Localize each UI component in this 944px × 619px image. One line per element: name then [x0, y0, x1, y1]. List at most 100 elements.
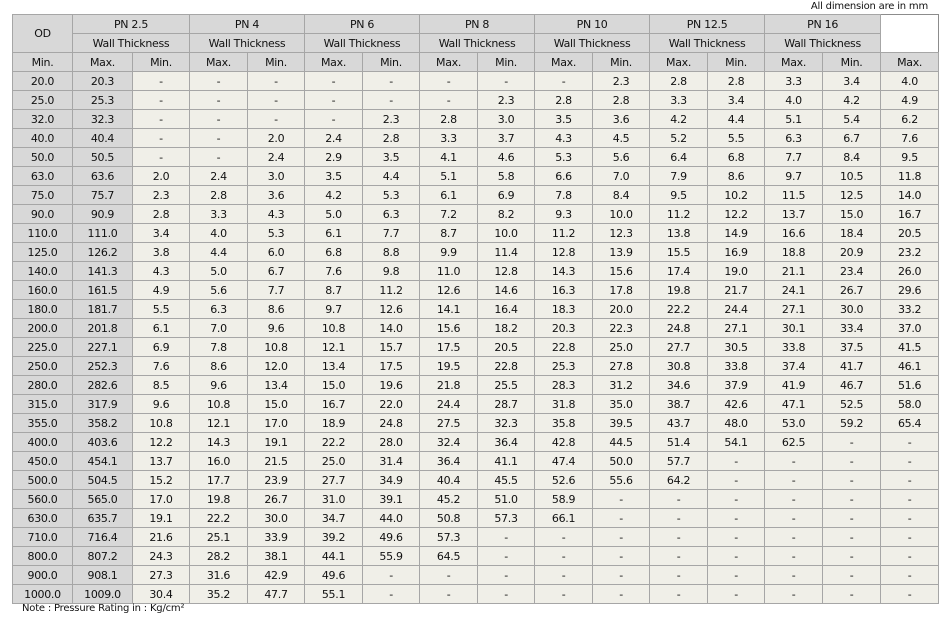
wall-min-cell: - [822, 489, 882, 509]
wall-min-cell: 2.8 [362, 128, 421, 148]
wall-max-cell: 22.2 [649, 299, 709, 319]
wall-max-cell: - [189, 71, 248, 91]
wall-min-cell: - [822, 508, 882, 528]
wall-min-cell: 4.4 [362, 166, 421, 186]
wall-min-cell: 6.1 [132, 318, 190, 338]
table-row: 400.0 403.6 12.2 14.3 19.1 22.2 28.0 32.4 36.4 42… [12, 432, 940, 452]
wall-max-cell: 19.5 [419, 356, 479, 376]
wall-min-cell: 49.6 [362, 527, 421, 547]
wall-min-cell: 6.3 [362, 204, 421, 224]
wall-max-cell: 30.8 [649, 356, 709, 376]
od-min-cell: 500.0 [12, 470, 73, 490]
wall-max-cell: 9.3 [534, 204, 594, 224]
od-min-cell: 630.0 [12, 508, 73, 528]
table-row: 1000.0 1009.0 30.4 35.2 47.7 55.1- - - - - - - - - - [12, 584, 940, 604]
wall-min-cell: - [707, 565, 766, 585]
wall-max-cell: 17.7 [189, 470, 248, 490]
wall-max-cell: 4.0 [880, 71, 940, 91]
wall-min-cell: 33.8 [707, 356, 766, 376]
wall-min-cell: 42.6 [707, 394, 766, 414]
wall-min-cell: 23.4 [822, 261, 882, 281]
wall-max-cell: 18.3 [534, 299, 594, 319]
wall-max-cell: 41.9 [764, 375, 824, 395]
od-max-cell: 1009.0 [72, 584, 133, 604]
od-max-cell: 75.7 [72, 185, 133, 205]
wall-max-cell: 66.1 [534, 508, 594, 528]
wall-max-cell: 5.0 [304, 204, 364, 224]
wall-max-cell: 33.8 [764, 337, 824, 357]
table-row: 125.0 126.2 3.8 4.4 6.0 6.8 8.8 9.9 11.4 12.8 13.9… [12, 242, 940, 262]
wall-min-cell: 31.2 [592, 375, 651, 395]
wall-min-cell: 2.3 [362, 109, 421, 129]
od-max-cell: 25.3 [72, 90, 133, 110]
od-min-cell: 1000.0 [12, 584, 73, 604]
wall-max-cell: 15.5 [649, 242, 709, 262]
table-row: 710.0 716.4 21.6 25.1 33.9 39.2 49.6 57.3- - - - - -… [12, 527, 940, 547]
wall-min-cell: 8.2 [477, 204, 536, 224]
wall-min-cell: - [246, 109, 306, 129]
wall-thickness-header: Wall Thickness [649, 33, 766, 53]
header-row-min-max: Min. Max. Min. Max. Min. Max. Min. Max. Min. Max.… [12, 52, 940, 72]
wall-min-cell: 34.9 [362, 470, 421, 490]
wall-min-cell: - [707, 451, 766, 471]
wall-min-cell: 3.4 [707, 90, 766, 110]
wall-max-cell: 13.8 [649, 223, 709, 243]
wall-max-cell: - [649, 584, 709, 604]
wall-max-cell: 20.5 [880, 223, 940, 243]
od-max-cell: 161.5 [72, 280, 133, 300]
wall-min-cell: 41.7 [822, 356, 882, 376]
wall-max-cell: 6.1 [304, 223, 364, 243]
wall-max-cell: 21.1 [764, 261, 824, 281]
wall-max-cell: 7.8 [189, 337, 248, 357]
wall-max-cell: - [304, 71, 364, 91]
wall-max-cell: 11.2 [649, 204, 709, 224]
od-max-cell: 252.3 [72, 356, 133, 376]
wall-min-cell: 21.7 [707, 280, 766, 300]
wall-max-cell: - [649, 489, 709, 509]
wall-min-cell: 17.0 [246, 413, 306, 433]
wall-thickness-header: Wall Thickness [419, 33, 536, 53]
wall-min-cell: 11.4 [477, 242, 536, 262]
wall-min-cell: 6.7 [246, 261, 306, 281]
wall-max-cell: 4.4 [189, 242, 248, 262]
wall-min-cell: 4.5 [592, 128, 651, 148]
od-min-cell: 250.0 [12, 356, 73, 376]
wall-max-cell: - [419, 90, 479, 110]
od-max-cell: 126.2 [72, 242, 133, 262]
wall-max-cell: 5.6 [189, 280, 248, 300]
wall-min-cell: 13.7 [132, 451, 190, 471]
wall-min-cell: 4.3 [132, 261, 190, 281]
wall-min-cell: 5.5 [132, 299, 190, 319]
pn-group-header: PN 12.5 [649, 14, 766, 34]
wall-min-cell: 55.9 [362, 546, 421, 566]
wall-min-cell: 30.5 [707, 337, 766, 357]
wall-min-cell: - [592, 508, 651, 528]
od-min-cell: 315.0 [12, 394, 73, 414]
wall-min-cell: 6.9 [132, 337, 190, 357]
wall-min-cell: 15.7 [362, 337, 421, 357]
od-max-cell: 317.9 [72, 394, 133, 414]
wall-min-cell: 26.7 [822, 280, 882, 300]
wall-min-cell: 28.0 [362, 432, 421, 452]
table-row: 40.0 40.4- -2.0 2.4 2.8 3.3 3.7 4.3 4.5 5.2 5.5 6.3… [12, 128, 940, 148]
wall-max-cell: 64.5 [419, 546, 479, 566]
wall-min-cell: 6.9 [477, 185, 536, 205]
wall-max-cell: 21.8 [419, 375, 479, 395]
wall-max-cell: 11.8 [880, 166, 940, 186]
wall-max-cell: 3.3 [189, 204, 248, 224]
od-min-cell: 160.0 [12, 280, 73, 300]
wall-max-cell: 41.5 [880, 337, 940, 357]
od-min-cell: 800.0 [12, 546, 73, 566]
wall-max-cell: 29.6 [880, 280, 940, 300]
wall-min-cell: 2.0 [132, 166, 190, 186]
pn-group-header: PN 10 [534, 14, 651, 34]
wall-max-cell: - [534, 527, 594, 547]
wall-min-cell: 2.8 [707, 71, 766, 91]
wall-min-header: Min. [132, 52, 190, 72]
wall-min-cell: 36.4 [477, 432, 536, 452]
wall-min-cell: 2.4 [246, 147, 306, 167]
od-min-cell: 180.0 [12, 299, 73, 319]
wall-min-cell: 31.4 [362, 451, 421, 471]
wall-min-cell: 28.7 [477, 394, 536, 414]
wall-min-cell: - [707, 489, 766, 509]
